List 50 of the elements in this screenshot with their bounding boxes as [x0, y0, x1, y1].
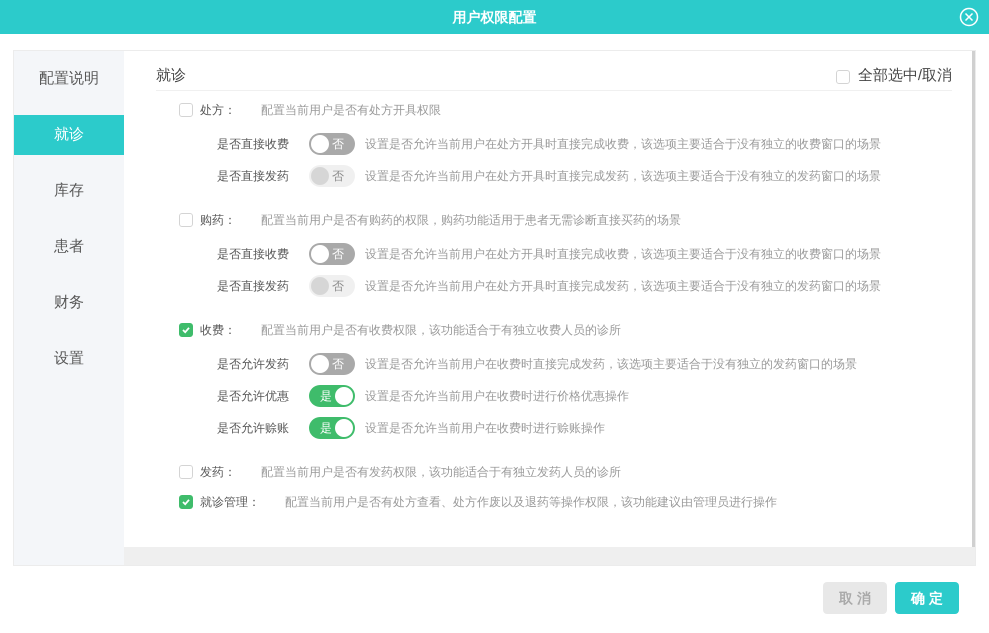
option-description: 设置是否允许当前用户在处方开具时直接完成收费，该选项主要适合于没有独立的收费窗口的场景 [365, 136, 881, 153]
check-icon [181, 497, 191, 507]
check-icon [181, 325, 191, 335]
option-description: 设置是否允许当前用户在收费时进行赊账操作 [365, 420, 605, 437]
option-description: 设置是否允许当前用户在处方开具时直接完成发药，该选项主要适合于没有独立的发药窗口的场景 [365, 278, 881, 295]
section-description: 配置当前用户是否有处方查看、处方作废以及退药等操作权限，该功能建议由管理员进行操作 [285, 494, 777, 511]
toggle-switch[interactable]: 否 [309, 133, 355, 155]
toggle-switch[interactable]: 是 [309, 385, 355, 407]
checkbox[interactable] [179, 495, 193, 509]
close-button[interactable] [959, 7, 979, 27]
section-description: 配置当前用户是否有发药权限，该功能适合于有独立发药人员的诊所 [261, 464, 621, 481]
sidebar-item[interactable]: 患者 [14, 227, 124, 267]
option-label: 是否直接发药 [217, 168, 290, 185]
toggle-switch[interactable]: 是 [309, 417, 355, 439]
dialog-title: 用户权限配置 [452, 8, 536, 26]
option-label: 是否直接收费 [217, 136, 290, 153]
checkbox[interactable] [179, 103, 193, 117]
sidebar-item[interactable]: 就诊 [14, 115, 124, 155]
toggle-switch[interactable]: 否 [309, 353, 355, 375]
sidebar-item[interactable]: 财务 [14, 283, 124, 323]
checkbox[interactable] [179, 465, 193, 479]
section-label: 就诊管理： [200, 494, 260, 511]
section-label: 处方： [200, 102, 236, 119]
option-description: 设置是否允许当前用户在处方开具时直接完成收费，该选项主要适合于没有独立的收费窗口的场景 [365, 246, 881, 263]
sidebar-item[interactable]: 库存 [14, 171, 124, 211]
option-label: 是否允许发药 [217, 356, 290, 373]
sidebar-item[interactable]: 配置说明 [14, 59, 124, 99]
section-label: 购药： [200, 212, 236, 229]
checkbox[interactable] [179, 213, 193, 227]
option-description: 设置是否允许当前用户在收费时直接完成发药，该选项主要适合于没有独立的发药窗口的场景 [365, 356, 857, 373]
option-label: 是否直接收费 [217, 246, 290, 263]
option-description: 设置是否允许当前用户在收费时进行价格优惠操作 [365, 388, 629, 405]
option-description: 设置是否允许当前用户在处方开具时直接完成发药，该选项主要适合于没有独立的发药窗口的场景 [365, 168, 881, 185]
section-label: 收费： [200, 322, 236, 339]
panel-title: 就诊 [156, 66, 186, 86]
section-label: 发药： [200, 464, 236, 481]
section-description: 配置当前用户是否有处方开具权限 [261, 102, 441, 119]
option-label: 是否直接发药 [217, 278, 290, 295]
section-description: 配置当前用户是否有收费权限，该功能适合于有独立收费人员的诊所 [261, 322, 621, 339]
cancel-button[interactable]: 取 消 [823, 582, 887, 614]
checkbox[interactable] [179, 323, 193, 337]
option-label: 是否允许优惠 [217, 388, 290, 405]
confirm-button[interactable]: 确 定 [895, 582, 959, 614]
select-all-label[interactable]: 全部选中/取消 [858, 65, 952, 88]
sidebar-item[interactable]: 设置 [14, 339, 124, 379]
option-label: 是否允许赊账 [217, 420, 290, 437]
close-icon [959, 7, 979, 27]
checkbox[interactable] [836, 70, 850, 84]
section-description: 配置当前用户是否有购药的权限，购药功能适用于患者无需诊断直接买药的场景 [261, 212, 681, 229]
toggle-switch[interactable]: 否 [309, 243, 355, 265]
